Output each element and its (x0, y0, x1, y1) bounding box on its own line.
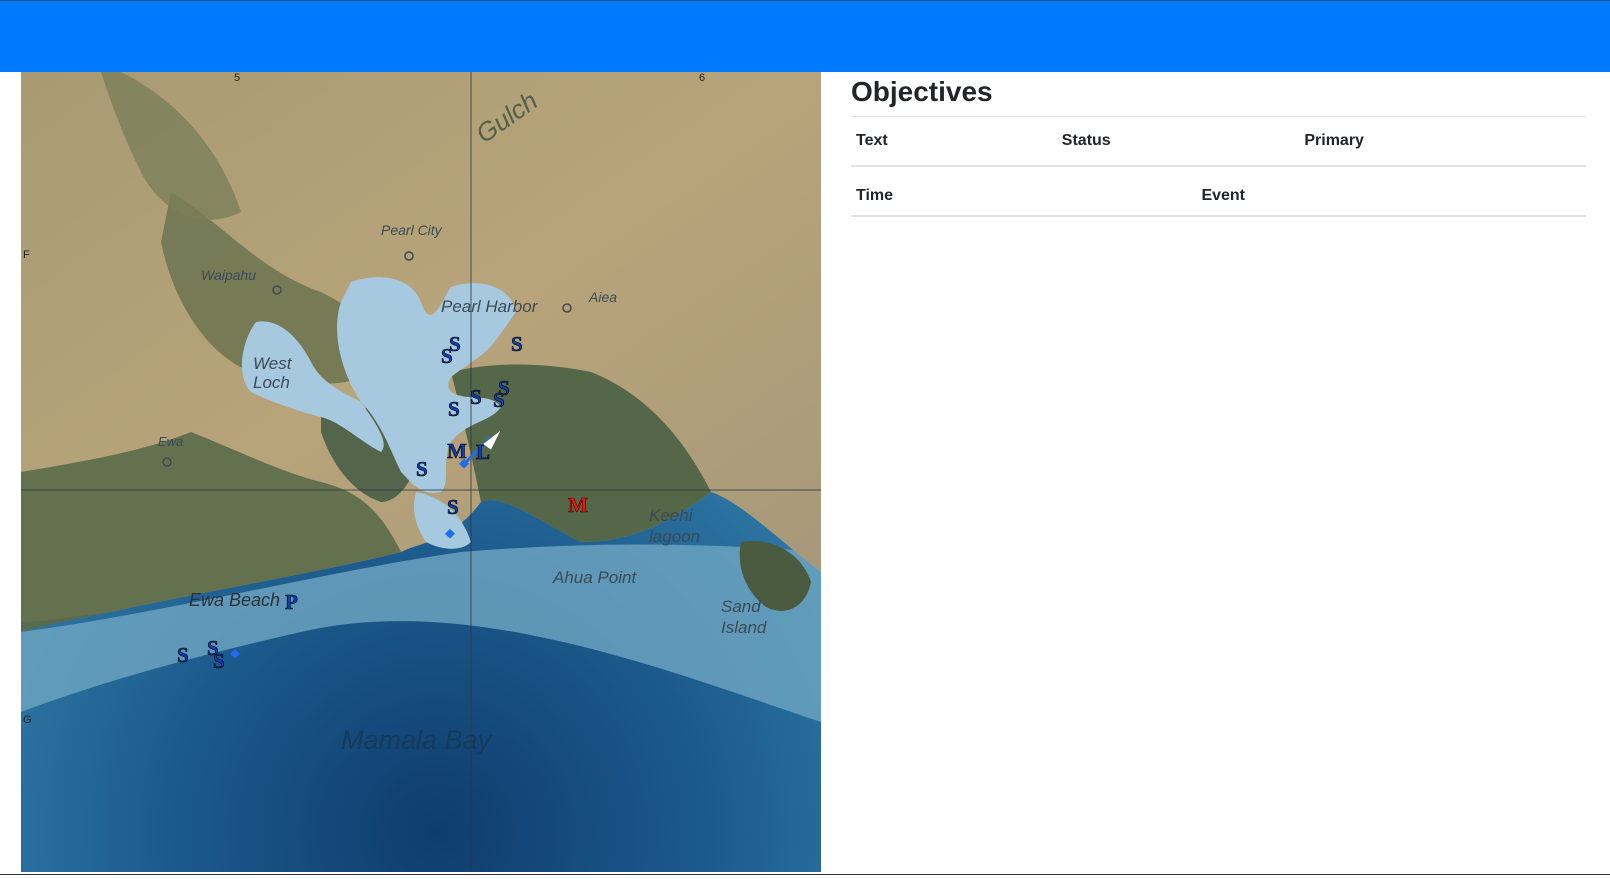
place-label: West Loch (253, 354, 292, 392)
ship-unit-marker[interactable]: S (441, 345, 453, 367)
grid-col-label: 5 (234, 72, 241, 84)
place-label: Ewa (158, 434, 184, 449)
place-label: Waipahu (201, 267, 257, 283)
objectives-title: Objectives (851, 72, 1586, 117)
place-label: Keehi lagoon (649, 506, 701, 546)
column-header-text: Text (851, 117, 1057, 167)
events-table: Time Event (851, 177, 1586, 217)
ship-unit-marker[interactable]: S (416, 458, 428, 480)
place-label: Aiea (589, 289, 618, 305)
page-bottom-border (0, 874, 1610, 879)
top-navbar (0, 0, 1610, 72)
place-label: Pearl City (381, 222, 442, 238)
objectives-table: Text Status Primary (851, 117, 1586, 167)
column-header-status: Status (1056, 117, 1300, 167)
tactical-map[interactable]: 5 6 F G Gulch Pearl City Waipahu Pearl H… (21, 72, 821, 872)
ship-unit-marker[interactable]: S (213, 650, 225, 672)
ship-unit-marker[interactable]: S (511, 333, 523, 355)
grid-row-label: G (23, 714, 32, 726)
enemy-mission-marker[interactable]: M (568, 494, 588, 516)
place-label: Ahua Point (553, 568, 637, 587)
column-header-event: Event (1196, 177, 1586, 217)
landing-unit-marker[interactable]: L (476, 441, 491, 463)
ship-unit-marker[interactable]: S (493, 389, 505, 411)
mission-unit-marker[interactable]: M (447, 440, 467, 462)
ship-unit-marker[interactable]: S (447, 496, 459, 518)
column-header-time: Time (851, 177, 1197, 217)
ship-unit-marker[interactable]: S (177, 644, 189, 666)
patrol-unit-marker[interactable]: P (285, 591, 298, 613)
place-label: Ewa Beach (189, 590, 281, 610)
grid-col-label: 6 (699, 72, 706, 84)
place-label: Sand Island (721, 597, 767, 637)
ship-unit-marker[interactable]: S (448, 398, 460, 420)
objectives-panel: Objectives Text Status Primary Time Even… (851, 72, 1586, 217)
column-header-primary: Primary (1299, 117, 1586, 167)
grid-row-label: F (23, 249, 30, 261)
place-label: Pearl Harbor (441, 297, 538, 316)
ship-unit-marker[interactable]: S (470, 386, 482, 408)
place-label: Mamala Bay (341, 725, 492, 755)
